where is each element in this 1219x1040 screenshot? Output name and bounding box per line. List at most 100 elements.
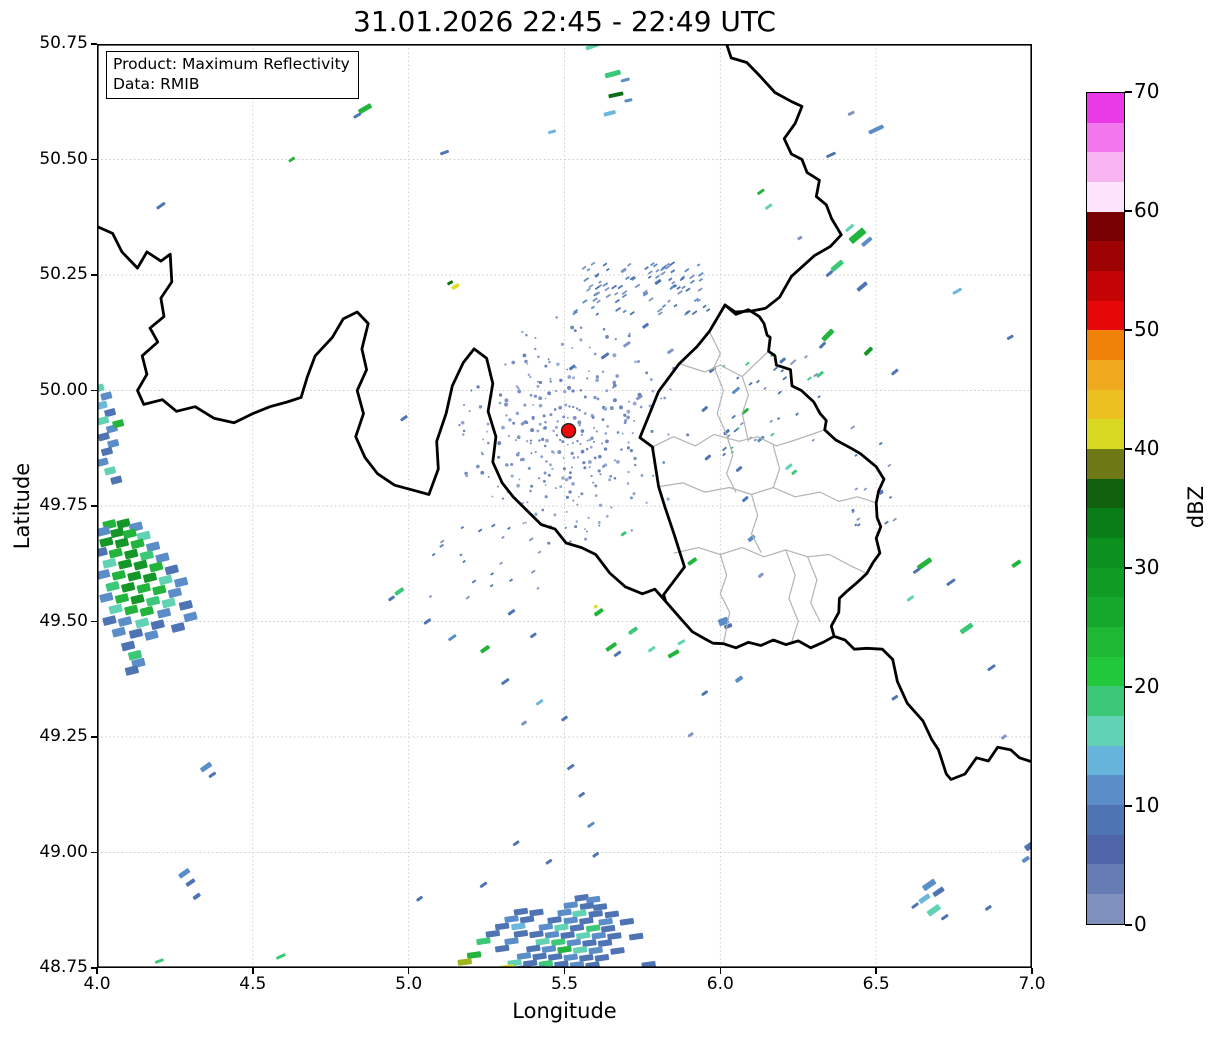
clutter-dot: [497, 441, 502, 446]
clutter-dot: [497, 455, 501, 459]
clutter-dot: [598, 454, 602, 459]
speckle-echo: [856, 523, 861, 527]
colorbar-segment: [1087, 419, 1124, 450]
clutter-dot: [517, 387, 520, 390]
echo-cell: [104, 466, 117, 476]
speckle-echo: [696, 263, 701, 267]
clutter-dot: [593, 395, 597, 400]
clutter-dot: [567, 385, 572, 390]
subdivision-border: [657, 482, 877, 504]
echo-cell: [476, 937, 491, 946]
clutter-dot: [575, 520, 579, 523]
speckle-echo: [614, 298, 621, 304]
speckle-echo: [673, 303, 678, 308]
echo-cell: [130, 594, 145, 605]
clutter-dot: [486, 422, 490, 426]
clutter-dot: [570, 466, 573, 469]
clutter-dot: [588, 438, 592, 442]
colorbar-segment: [1087, 478, 1124, 509]
clutter-dot: [605, 335, 609, 339]
echo-cell: [107, 439, 120, 449]
echo-streak: [512, 840, 520, 847]
clutter-dot: [603, 447, 608, 451]
clutter-dot: [527, 466, 531, 470]
subdivision-border: [785, 549, 799, 642]
clutter-dot: [496, 485, 499, 488]
echo-streak: [208, 771, 217, 779]
echo-streak: [521, 720, 527, 726]
echo-cell: [557, 945, 572, 954]
speckle-echo: [465, 595, 471, 600]
echo-streak: [400, 415, 408, 422]
echo-streak: [185, 878, 196, 887]
clutter-dot: [562, 467, 566, 471]
clutter-dot: [570, 451, 574, 456]
speckle-echo: [605, 293, 612, 299]
subdivision-border: [719, 553, 731, 645]
clutter-dot: [578, 408, 581, 412]
colorbar-segment: [1087, 508, 1124, 539]
colorbar-tick-mark: [1125, 210, 1132, 212]
clutter-dot: [560, 342, 565, 347]
clutter-dot: [577, 495, 580, 498]
clutter-dot: [562, 415, 566, 419]
echo-streak: [624, 98, 633, 103]
echo-streak: [906, 595, 915, 602]
clutter-dot: [605, 439, 609, 444]
echo-cell: [594, 954, 610, 962]
colorbar-segment: [1087, 834, 1124, 865]
speckle-echo: [586, 287, 591, 292]
clutter-dot: [541, 437, 545, 441]
colorbar-tick-label: 60: [1134, 198, 1160, 222]
echo-streak: [288, 156, 296, 163]
echo-cell: [150, 619, 165, 630]
clutter-dot: [551, 467, 554, 470]
clutter-dot: [533, 394, 538, 398]
echo-cell: [588, 910, 603, 918]
echo-cell: [591, 931, 607, 940]
clutter-dot: [460, 420, 465, 425]
clutter-dot: [583, 412, 587, 415]
speckle-echo: [581, 265, 587, 271]
echo-cell: [99, 592, 114, 603]
clutter-dot: [612, 353, 617, 358]
clutter-dot: [538, 403, 543, 408]
country-border-luxembourg: [638, 303, 886, 650]
speckle-echo: [745, 361, 750, 366]
clutter-dot: [597, 521, 601, 525]
echo-cell: [149, 561, 164, 573]
echo-cell: [102, 558, 117, 569]
echo-cell: [108, 603, 123, 615]
echo-cell: [628, 932, 644, 941]
clutter-dot: [544, 397, 547, 400]
echo-streak: [394, 587, 405, 596]
clutter-dot: [540, 455, 544, 459]
figure-title: 31.01.2026 22:45 - 22:49 UTC: [353, 5, 776, 38]
clutter-dot: [616, 374, 620, 377]
y-tick-mark: [91, 967, 97, 969]
subdivision-border: [750, 493, 762, 553]
echo-streak: [868, 124, 884, 135]
colorbar-segment: [1087, 864, 1124, 895]
clutter-dot: [573, 329, 577, 333]
speckle-echo: [697, 287, 703, 292]
echo-cell: [513, 907, 529, 916]
clutter-dot: [552, 429, 555, 432]
colorbar-tick-mark: [1125, 448, 1132, 450]
speckle-echo: [586, 268, 591, 272]
clutter-dot: [634, 463, 637, 467]
colorbar-segment: [1087, 241, 1124, 272]
echo-cell: [161, 597, 176, 609]
clutter-dot: [588, 465, 591, 469]
echo-cell: [144, 630, 159, 641]
speckle-echo: [887, 463, 892, 468]
clutter-dot: [565, 510, 568, 513]
clutter-dot: [475, 464, 480, 469]
clutter-dot: [529, 442, 532, 445]
clutter-dot: [557, 450, 562, 455]
clutter-dot: [579, 389, 583, 392]
speckle-echo: [655, 268, 660, 273]
clutter-dot: [549, 463, 552, 467]
echo-streak: [613, 650, 622, 657]
colorbar-segment: [1087, 389, 1124, 420]
